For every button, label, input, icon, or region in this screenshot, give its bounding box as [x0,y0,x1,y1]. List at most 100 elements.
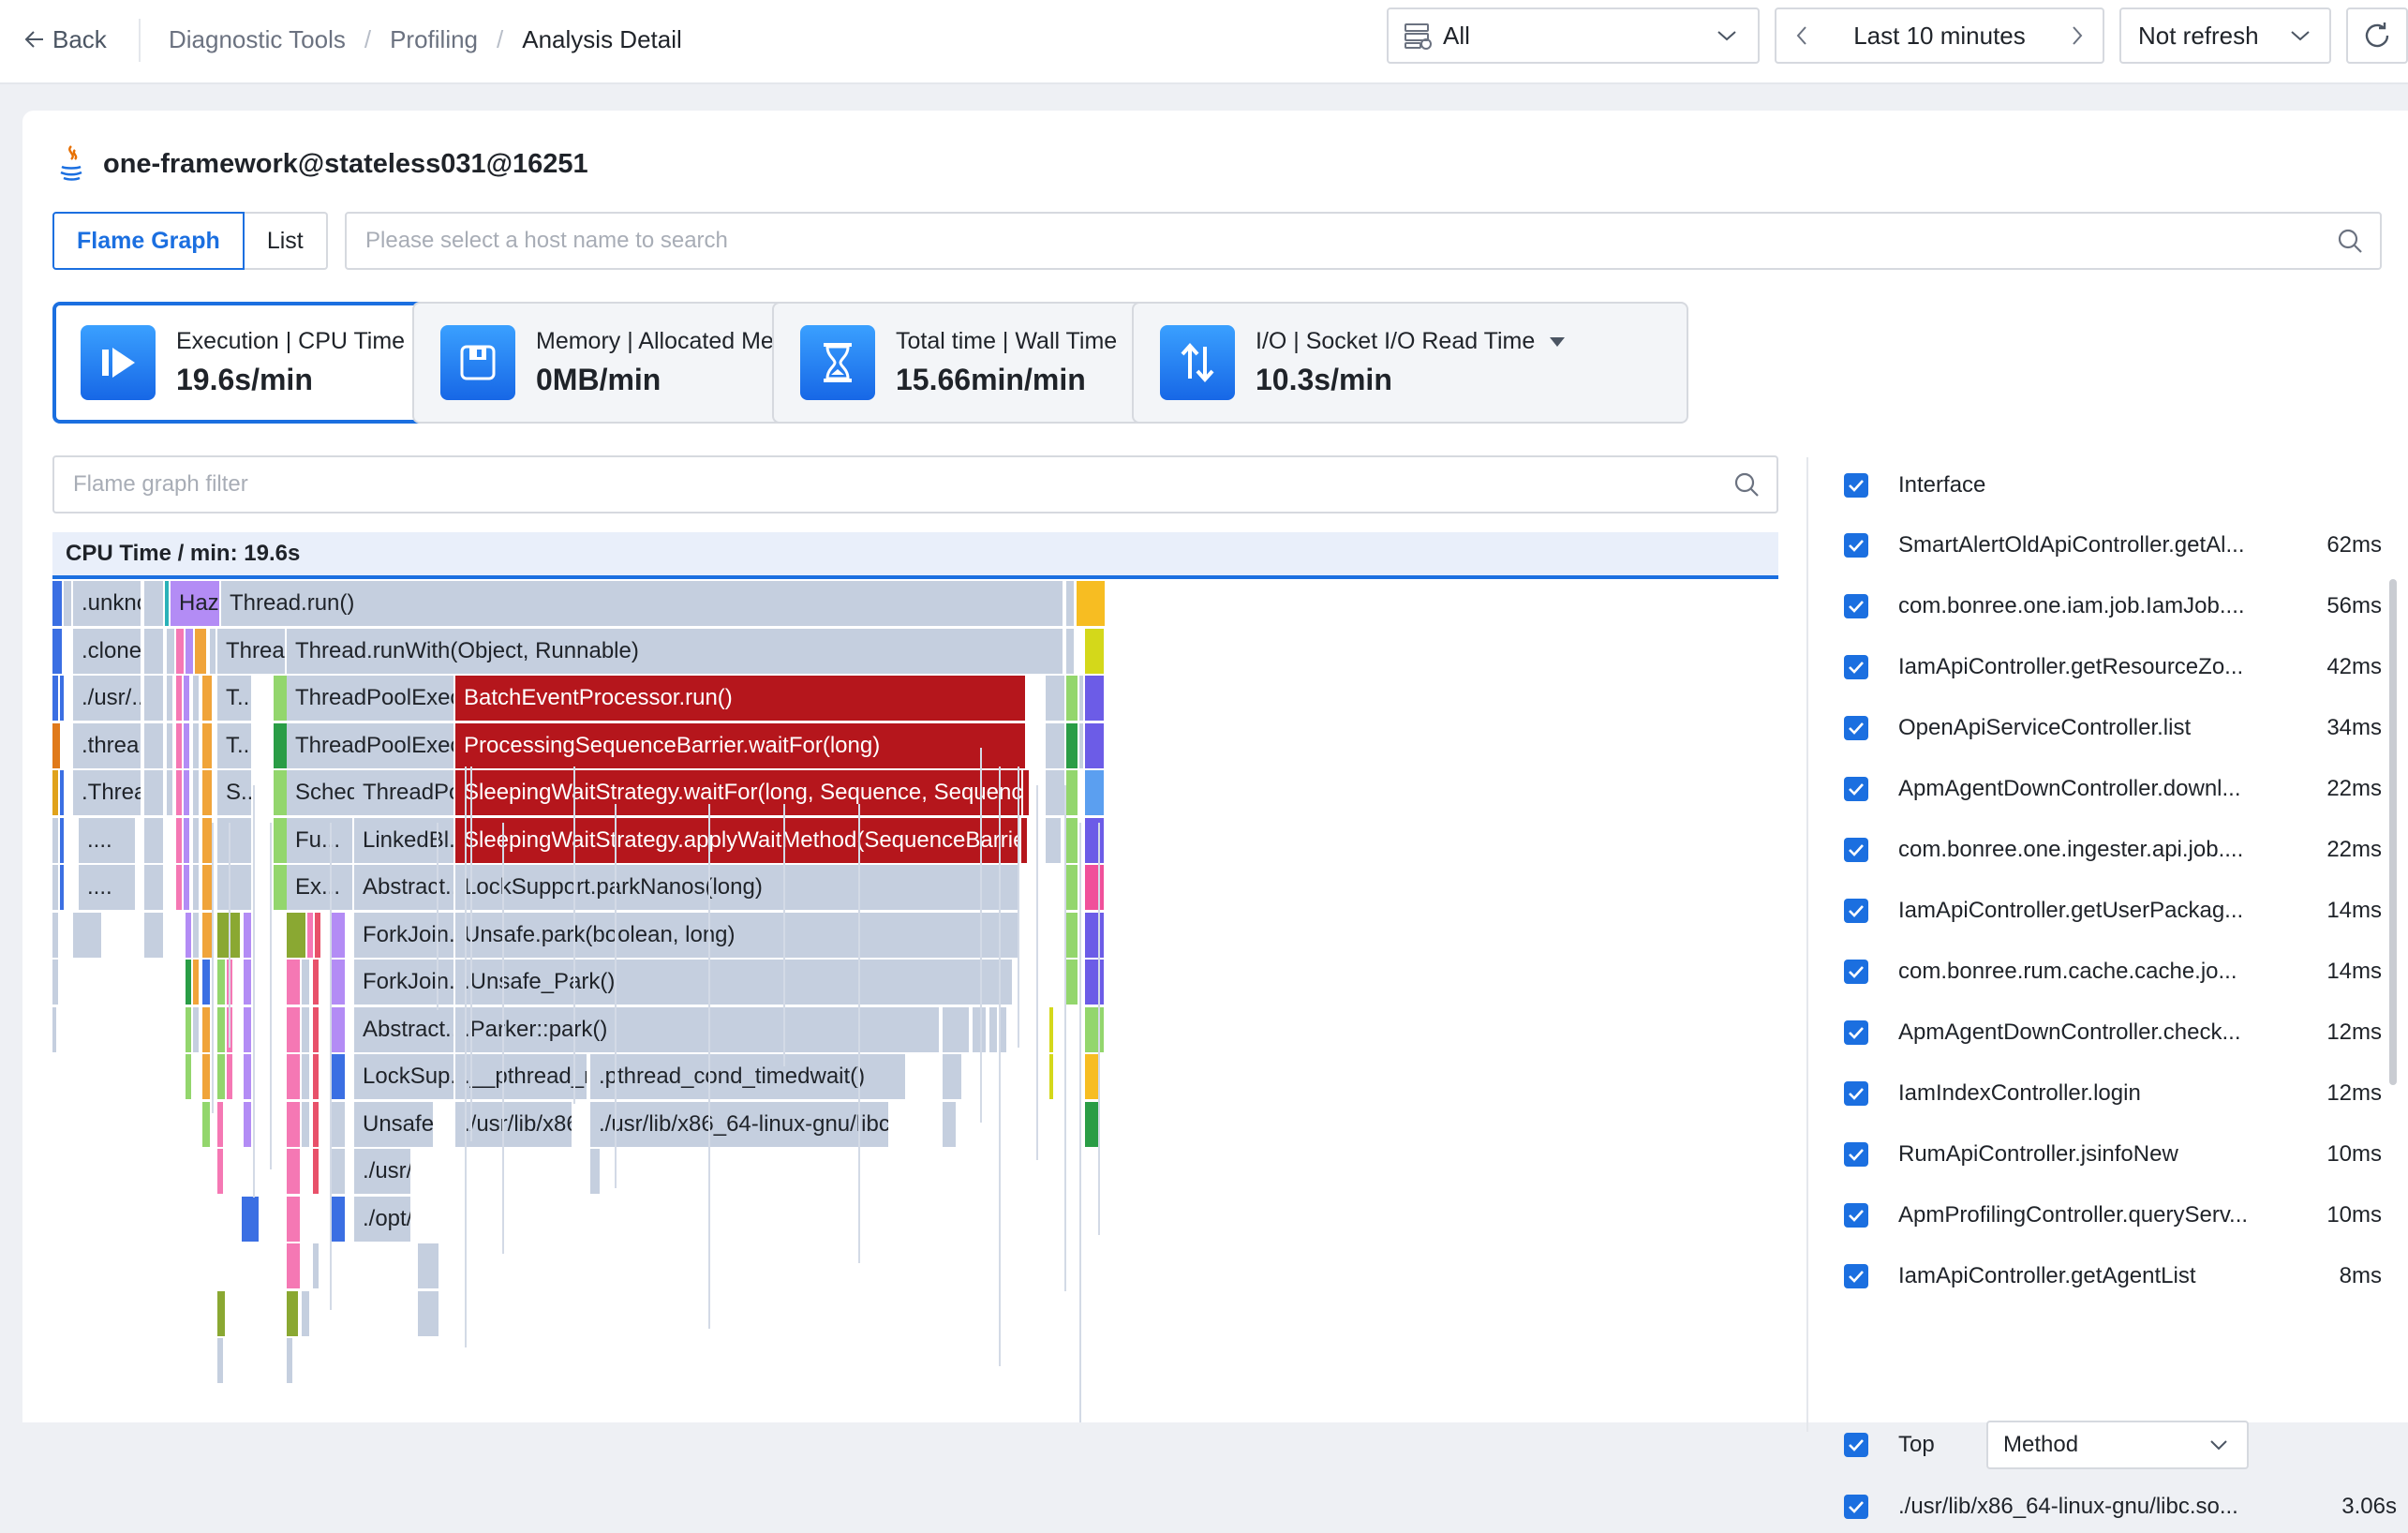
flame-frame[interactable]: ThreadPoolExecutor.... [287,723,453,768]
top-item[interactable]: ./usr/lib/x86_64-linux-gnu/libc.so... 3.… [1844,1481,2397,1533]
flame-frame[interactable] [64,581,71,626]
flame-frame[interactable] [287,960,300,1005]
interface-list-scrollbar[interactable] [2389,579,2397,1085]
flame-frame[interactable] [186,960,191,1005]
flame-frame[interactable] [184,676,189,721]
flame-graph-filter-input[interactable] [71,470,1733,499]
flame-frame[interactable] [313,960,319,1005]
flame-frame[interactable] [332,1054,345,1099]
flame-frame[interactable] [144,770,163,815]
flame-frame[interactable] [244,1102,251,1147]
flame-frame[interactable] [1066,629,1074,674]
flame-frame[interactable]: SleepingWaitStrategy.waitFor(long, Seque… [455,770,1021,815]
flame-frame[interactable] [242,1197,259,1242]
flame-frame[interactable] [167,629,174,674]
checkbox-checked-icon[interactable] [1844,1081,1868,1106]
interface-item[interactable]: ApmAgentDownController.downl... 22ms [1844,759,2389,819]
flame-frame[interactable]: .__pthread_mute... [455,1054,587,1099]
flame-frame[interactable]: T... [217,676,251,721]
flame-frame[interactable] [193,676,199,721]
flame-frame[interactable] [52,1007,56,1052]
flame-frame[interactable] [313,1102,319,1147]
flame-frame[interactable]: BatchEventProcessor.run() [455,676,1025,721]
reload-button[interactable] [2346,7,2408,64]
flame-frame[interactable] [217,1054,225,1099]
checkbox-checked-icon[interactable] [1844,1142,1868,1167]
flame-frame[interactable] [418,1291,438,1336]
interface-item[interactable]: com.bonree.one.ingester.api.job.... 22ms [1844,820,2389,880]
flame-frame[interactable] [332,1007,345,1052]
flame-frame[interactable]: Thread.runWith(Object, Runnable) [287,629,1063,674]
flame-graph[interactable]: .unkno... Haz...Thread.run() .clone() Threa… [52,581,1778,1424]
interface-item[interactable]: ApmAgentDownController.check... 12ms [1844,1003,2389,1063]
flame-frame[interactable] [1066,913,1078,958]
flame-frame[interactable]: ThreadPoolExecutor$... [287,676,453,721]
flame-frame[interactable]: Fu... [287,818,352,863]
flame-frame[interactable] [1066,723,1078,768]
flame-frame[interactable] [287,1007,300,1052]
refresh-interval-select[interactable]: Not refresh [2119,7,2331,64]
caret-down-icon[interactable] [1550,336,1566,347]
flame-frame[interactable] [943,1007,969,1052]
flame-frame[interactable] [943,1102,956,1147]
flame-frame[interactable] [302,960,309,1005]
flame-frame[interactable] [193,865,199,910]
interface-item[interactable]: OpenApiServiceController.list 34ms [1844,698,2389,758]
flame-frame[interactable] [210,629,216,674]
flame-frame[interactable] [1066,676,1078,721]
flame-frame[interactable] [287,1102,300,1147]
flame-frame[interactable] [1023,770,1029,815]
flame-frame[interactable] [302,1054,309,1099]
flame-frame[interactable] [1066,770,1078,815]
flame-frame[interactable] [184,770,189,815]
flame-frame[interactable]: ProcessingSequenceBarrier.waitFor(long) [455,723,1025,768]
flame-frame[interactable] [52,818,58,863]
checkbox-checked-icon[interactable] [1844,1020,1868,1045]
flame-frame[interactable] [332,1197,345,1242]
flame-frame[interactable]: .Parker::park() [455,1007,939,1052]
flame-frame[interactable] [287,1149,300,1194]
interface-item[interactable]: com.bonree.rum.cache.cache.jo... 14ms [1844,942,2389,1002]
interface-item[interactable]: IamApiController.getUserPackag... 14ms [1844,881,2389,941]
flame-frame[interactable] [1066,818,1078,863]
flame-frame[interactable] [1085,629,1104,674]
flame-frame[interactable] [184,723,189,768]
flame-frame[interactable]: ThreadPool... [354,770,453,815]
flame-frame[interactable] [313,1007,319,1052]
flame-frame[interactable] [52,629,62,674]
flame-frame[interactable] [244,960,251,1005]
flame-frame[interactable] [202,913,212,958]
flame-frame[interactable]: .clone() [73,629,141,674]
flame-frame[interactable] [202,1054,210,1099]
interface-item[interactable]: ApmProfilingController.queryServ... 10ms [1844,1185,2389,1245]
flame-frame[interactable] [217,1291,225,1336]
flame-frame[interactable] [315,913,320,958]
flame-frame[interactable]: Unsafe.park(boolean, long) [455,913,1018,958]
flame-frame[interactable]: Sched... [287,770,354,815]
flame-frame[interactable] [1085,676,1104,721]
flame-frame[interactable] [1049,1007,1053,1052]
chevron-left-icon[interactable] [1795,25,1808,46]
flame-frame[interactable] [52,581,62,626]
flame-frame[interactable] [144,865,163,910]
flame-frame[interactable] [244,913,251,958]
checkbox-checked-icon[interactable] [1844,655,1868,679]
flame-frame[interactable]: ./usr/lib/x86_64-linux-gnu/libc.so.6() [590,1102,888,1147]
flame-frame[interactable] [193,1007,199,1052]
flame-frame[interactable] [176,723,182,768]
flame-frame[interactable] [202,960,210,1005]
flame-frame[interactable] [217,1007,225,1052]
checkbox-checked-icon[interactable] [1844,594,1868,618]
flame-frame[interactable] [73,913,101,958]
flame-frame[interactable] [1049,1054,1053,1099]
flame-frame[interactable] [1066,960,1078,1005]
flame-frame[interactable] [60,865,64,910]
flame-frame[interactable] [1085,865,1104,910]
time-range-picker[interactable]: Last 10 minutes [1775,7,2104,64]
flame-frame[interactable] [202,1007,210,1052]
flame-frame[interactable] [274,676,287,721]
chevron-right-icon[interactable] [2071,25,2084,46]
flame-frame[interactable] [1046,676,1064,721]
flame-frame[interactable] [1046,770,1064,815]
flame-frame[interactable]: Abstract... [354,1007,453,1052]
